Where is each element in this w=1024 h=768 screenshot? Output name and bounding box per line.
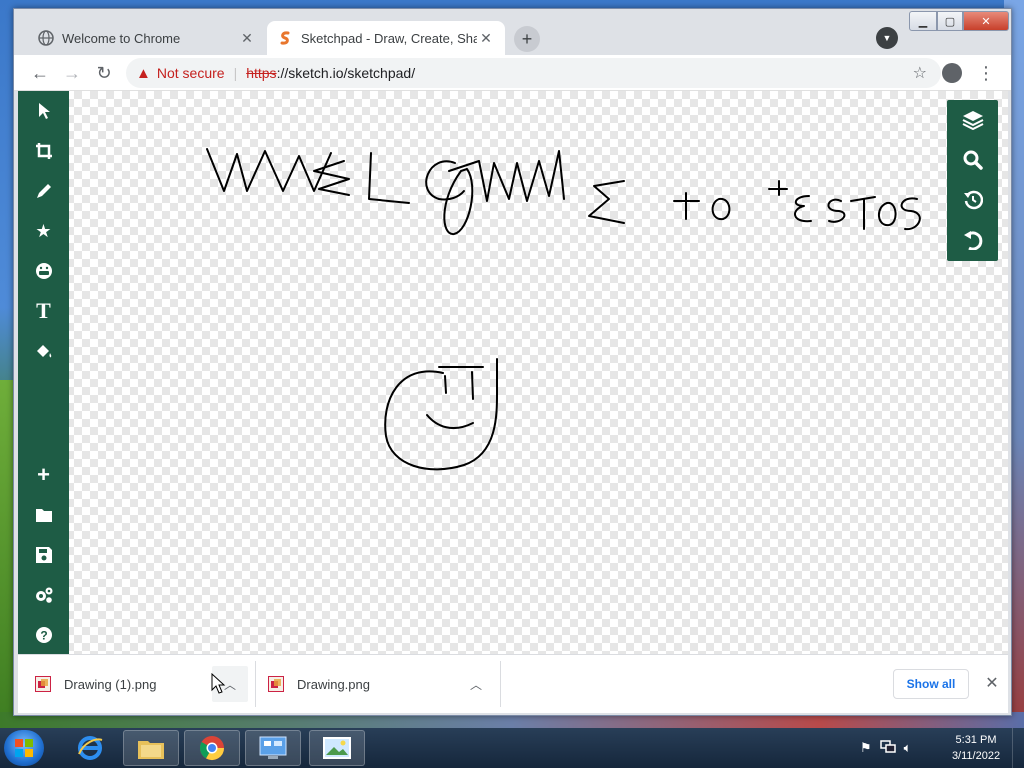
- mouse-cursor-icon: [211, 672, 227, 695]
- layers-icon[interactable]: [947, 100, 998, 140]
- fill-bucket-icon[interactable]: [18, 331, 69, 371]
- menu-kebab-icon[interactable]: ⋮: [976, 61, 996, 85]
- network-icon[interactable]: [879, 739, 896, 757]
- handwritten-welcome: [206, 148, 625, 235]
- right-toolbar: [947, 100, 998, 261]
- image-viewer-icon[interactable]: [309, 730, 365, 766]
- url-scheme: https: [246, 65, 277, 81]
- chrome-window: Welcome to Chrome ✕ Sketchpad - Draw, Cr…: [13, 8, 1012, 716]
- svg-text:?: ?: [40, 629, 47, 643]
- smiley-drawing: [384, 358, 499, 471]
- close-tab-icon[interactable]: ✕: [477, 29, 495, 47]
- file-explorer-icon[interactable]: [123, 730, 179, 766]
- folder-icon[interactable]: [18, 495, 69, 535]
- chrome-icon[interactable]: [184, 730, 240, 766]
- crop-tool-icon[interactable]: [18, 131, 69, 171]
- chevron-up-icon[interactable]: ︿: [458, 666, 494, 702]
- history-icon[interactable]: [947, 180, 998, 220]
- close-icon[interactable]: ✕: [980, 671, 1004, 695]
- divider: |: [233, 65, 238, 81]
- emoji-icon[interactable]: [18, 251, 69, 291]
- settings-gears-icon[interactable]: [18, 575, 69, 615]
- tab-label: Sketchpad - Draw, Create, Share!: [301, 30, 477, 46]
- sketchpad-logo-icon: [277, 30, 293, 46]
- new-tab-button[interactable]: +: [514, 26, 540, 52]
- action-center-flag-icon[interactable]: ⚑: [860, 740, 872, 756]
- control-panel-icon[interactable]: [245, 730, 301, 766]
- maximize-button[interactable]: ▢: [937, 11, 963, 31]
- bookmark-star-icon[interactable]: ☆: [913, 63, 927, 83]
- sketchpad-page: ★ T + ?: [18, 91, 1008, 654]
- add-icon[interactable]: +: [18, 455, 69, 495]
- downloads-bar: Drawing (1).png ︿ Drawing.png ︿ Show all…: [18, 654, 1008, 713]
- show-desktop-button[interactable]: [1012, 728, 1024, 768]
- close-window-button[interactable]: ✕: [963, 11, 1009, 31]
- tab-label: Welcome to Chrome: [62, 30, 181, 46]
- pencil-tool-icon[interactable]: [18, 171, 69, 211]
- select-tool-icon[interactable]: [18, 91, 69, 131]
- close-tab-icon[interactable]: ✕: [238, 29, 256, 47]
- reload-icon[interactable]: ↻: [90, 59, 118, 87]
- address-bar[interactable]: ▲ Not secure | https ://sketch.io/sketch…: [126, 58, 941, 88]
- internet-explorer-icon[interactable]: [62, 730, 118, 766]
- profile-icon[interactable]: [942, 63, 962, 83]
- text-tool-icon[interactable]: T: [18, 291, 69, 331]
- save-icon[interactable]: [18, 535, 69, 575]
- left-toolbar: ★ T + ?: [18, 91, 69, 654]
- forward-icon[interactable]: →: [58, 59, 86, 87]
- show-all-button[interactable]: Show all: [893, 669, 969, 699]
- tab-welcome[interactable]: Welcome to Chrome ✕: [28, 21, 266, 55]
- download-filename: Drawing.png: [297, 676, 370, 692]
- image-file-icon: [34, 676, 52, 692]
- clock-time: 5:31 PM: [955, 734, 997, 746]
- tab-search-icon[interactable]: ▼: [876, 27, 898, 49]
- globe-icon: [38, 30, 54, 46]
- image-file-icon: [267, 676, 285, 692]
- clock-date: 3/11/2022: [951, 750, 1001, 762]
- url-path: ://sketch.io/sketchpad/: [276, 65, 416, 81]
- download-filename: Drawing (1).png: [64, 676, 157, 692]
- volume-icon[interactable]: 🔈︎: [904, 740, 912, 756]
- help-icon[interactable]: ?: [18, 615, 69, 654]
- browser-toolbar: ← → ↻ ▲ Not secure | https ://sketch.io/…: [14, 55, 1011, 91]
- zoom-search-icon[interactable]: [947, 140, 998, 180]
- back-icon[interactable]: ←: [26, 59, 54, 87]
- security-label[interactable]: Not secure: [157, 65, 225, 81]
- title-bar: Welcome to Chrome ✕ Sketchpad - Draw, Cr…: [14, 9, 1011, 55]
- divider: [255, 661, 256, 707]
- divider: [500, 661, 501, 707]
- star-stamp-icon[interactable]: ★: [18, 211, 69, 251]
- start-button[interactable]: [4, 730, 44, 766]
- system-tray: ⚑ 🔈︎: [860, 738, 911, 758]
- handwritten-to-testos: [673, 180, 921, 231]
- minimize-button[interactable]: ▁: [909, 11, 937, 31]
- warning-icon[interactable]: ▲: [136, 65, 151, 82]
- undo-icon[interactable]: [947, 220, 998, 260]
- drawing-canvas[interactable]: [69, 91, 947, 654]
- system-clock[interactable]: 5:31 PM 3/11/2022: [944, 732, 1008, 764]
- tab-sketchpad[interactable]: Sketchpad - Draw, Create, Share! ✕: [267, 21, 505, 55]
- windows-taskbar: ⚑ 🔈︎ 5:31 PM 3/11/2022: [0, 728, 1024, 768]
